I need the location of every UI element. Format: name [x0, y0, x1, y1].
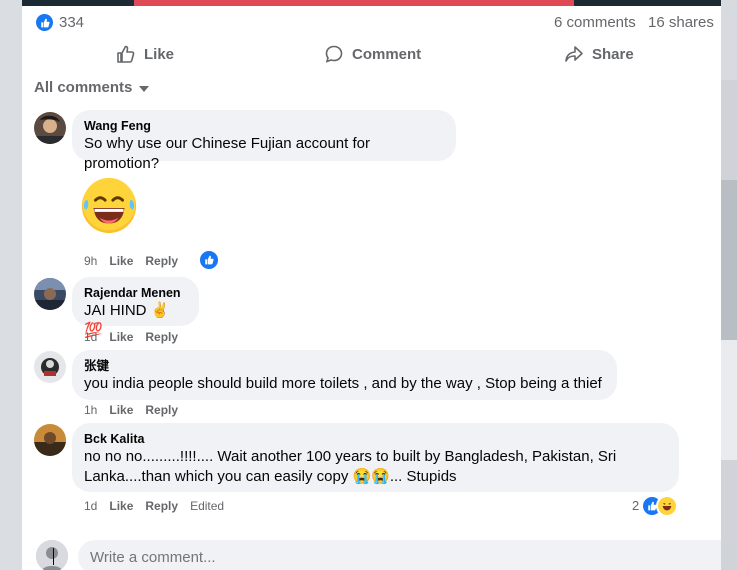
- thumbs-up-icon: [117, 45, 135, 63]
- comment-text-line-1: no no no.........!!!!.... Wait another 1…: [84, 448, 617, 465]
- share-arrow-icon: [565, 46, 583, 62]
- comment-bubble: 张键 you india people should build more to…: [72, 350, 617, 400]
- comment-time[interactable]: 1d: [84, 499, 97, 513]
- comment-text-line-2: Lanka....than which you can easily copy …: [84, 468, 457, 485]
- comment-text: you india people should build more toile…: [84, 375, 602, 392]
- avatar[interactable]: [34, 351, 66, 383]
- comment-reply-link[interactable]: Reply: [145, 403, 178, 417]
- comment-bubble: Wang Feng So why use our Chinese Fujian …: [72, 110, 456, 172]
- media-bottom-edge: [22, 0, 721, 6]
- comment-bubble: Bck Kalita no no no.........!!!!.... Wai…: [72, 423, 679, 492]
- comment-author[interactable]: Rajendar Menen: [84, 285, 187, 301]
- comment-time[interactable]: 1d: [84, 330, 97, 344]
- like-reaction-icon[interactable]: [36, 14, 53, 31]
- comment-meta: 1h Like Reply: [84, 403, 190, 417]
- reaction-count[interactable]: 2: [632, 498, 639, 513]
- background-right: [721, 0, 737, 570]
- share-button[interactable]: Share: [564, 40, 634, 68]
- background-left: [0, 0, 22, 570]
- comment-author[interactable]: Bck Kalita: [84, 431, 667, 447]
- comment-bubble: Rajendar Menen JAI HIND ✌ 💯: [72, 277, 199, 339]
- caret-down-icon: [139, 85, 150, 92]
- comment-meta: 1d Like Reply Edited: [84, 499, 236, 513]
- comment-input[interactable]: [78, 540, 721, 570]
- comment-edited-label[interactable]: Edited: [190, 499, 224, 513]
- like-button[interactable]: Like: [116, 40, 174, 68]
- like-count[interactable]: 334: [59, 14, 84, 31]
- comment-like-link[interactable]: Like: [109, 330, 133, 344]
- comment-time[interactable]: 9h: [84, 254, 97, 268]
- haha-reaction-icon[interactable]: [656, 495, 678, 517]
- comment-meta: 1d Like Reply: [84, 330, 190, 344]
- comment-button-label: Comment: [352, 45, 422, 63]
- comment-time[interactable]: 1h: [84, 403, 97, 417]
- post-panel: 334 6 comments 16 shares Like Comment Sh…: [22, 0, 721, 570]
- comment-author[interactable]: 张键: [84, 358, 605, 374]
- comment-button[interactable]: Comment: [324, 40, 421, 68]
- avatar[interactable]: [34, 112, 66, 144]
- avatar[interactable]: [34, 278, 66, 310]
- comment-reply-link[interactable]: Reply: [145, 254, 178, 268]
- post-actions: Like Comment Share: [22, 40, 721, 68]
- comment-reply-link[interactable]: Reply: [145, 330, 178, 344]
- comment-composer: [36, 540, 721, 570]
- share-button-label: Share: [592, 45, 634, 63]
- like-button-label: Like: [144, 45, 175, 63]
- post-stats: 334 6 comments 16 shares: [22, 12, 721, 34]
- comment-reply-link[interactable]: Reply: [145, 499, 178, 513]
- avatar[interactable]: [34, 424, 66, 456]
- like-reaction-icon[interactable]: [198, 249, 220, 271]
- comments-filter-label: All comments: [34, 79, 133, 96]
- shares-count[interactable]: 16 shares: [648, 14, 714, 31]
- comment-like-link[interactable]: Like: [109, 403, 133, 417]
- comment-text: So why use our Chinese Fujian account fo…: [84, 135, 370, 172]
- comment-author[interactable]: Wang Feng: [84, 118, 444, 134]
- comments-filter-dropdown[interactable]: All comments: [34, 79, 150, 96]
- comment-bubble-icon: [325, 45, 343, 63]
- comments-count[interactable]: 6 comments: [554, 14, 636, 31]
- comment-meta: 9h Like Reply: [84, 254, 190, 268]
- current-user-avatar[interactable]: [36, 540, 68, 570]
- comment-like-link[interactable]: Like: [109, 499, 133, 513]
- laughing-emoji-sticker: [81, 177, 137, 234]
- text-cursor: [53, 548, 54, 565]
- comment-like-link[interactable]: Like: [109, 254, 133, 268]
